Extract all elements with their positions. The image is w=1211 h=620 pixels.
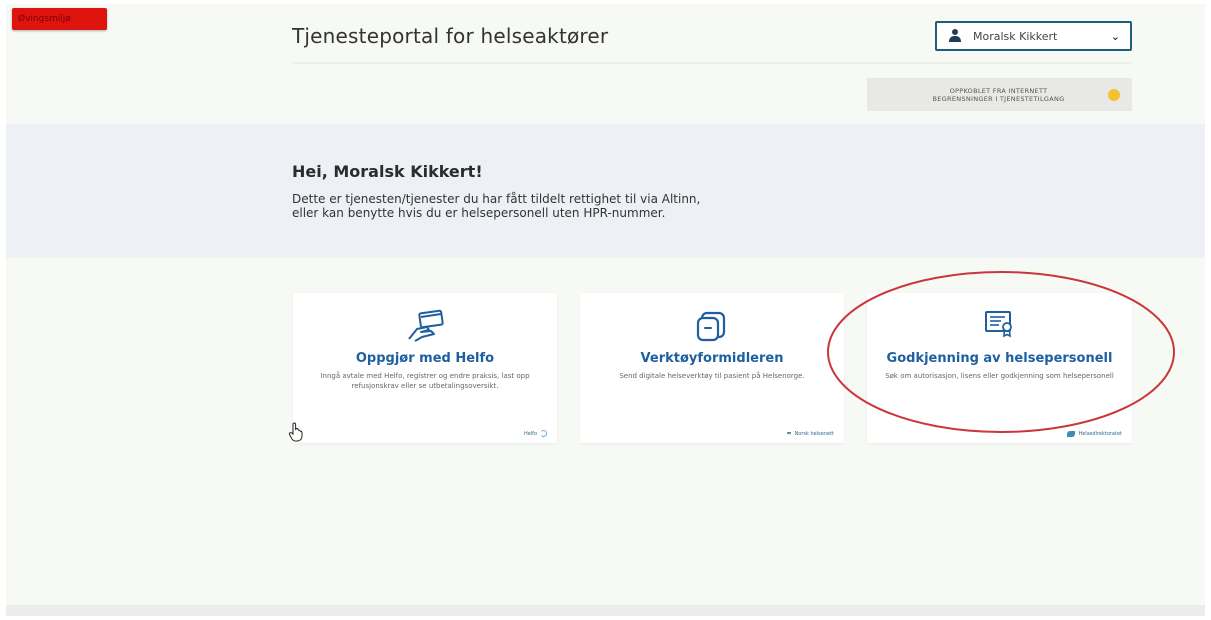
service-card-godkjenning[interactable]: Godkjenning av helsepersonell Søk om aut… <box>867 293 1132 443</box>
welcome-description-line-2: eller kan benytte hvis du er helseperson… <box>292 206 666 220</box>
card-title: Verktøyformidleren <box>640 351 784 366</box>
welcome-banner: Hei, Moralsk Kikkert! Dette er tjenesten… <box>6 124 1205 258</box>
footer <box>6 605 1205 616</box>
card-title: Oppgjør med Helfo <box>355 351 495 366</box>
service-card-helfo[interactable]: Oppgjør med Helfo Inngå avtale med Helfo… <box>293 293 557 443</box>
certificate-icon <box>983 309 1017 343</box>
notice-line-2: BEGRENSNINGER I TJENESTETILGANG <box>932 94 1065 103</box>
card-description: Inngå avtale med Helfo, registrer og end… <box>320 372 530 390</box>
hand-cursor-icon <box>288 422 304 446</box>
logo-text: Norsk helsenett <box>794 430 834 437</box>
environment-badge: Øvingsmiljø <box>12 8 107 30</box>
chat-bubbles-icon <box>694 309 730 349</box>
welcome-description: Dette er tjenesten/tjenester du har fått… <box>292 192 812 220</box>
service-card-verktoyformidleren[interactable]: Verktøyformidleren Send digitale helseve… <box>580 293 844 443</box>
notice-text: OPPKOBLET FRA INTERNETT BEGRENSNINGER I … <box>897 87 1100 103</box>
norsk-helsenett-logo: ≈ Norsk helsenett <box>787 430 834 437</box>
helfo-logo-icon <box>540 430 547 437</box>
connection-notice: OPPKOBLET FRA INTERNETT BEGRENSNINGER I … <box>867 78 1132 111</box>
helsedirektoratet-logo-icon <box>1067 431 1076 437</box>
card-description: Søk om autorisasjon, lisens eller godkje… <box>885 372 1114 380</box>
user-icon <box>949 29 961 43</box>
notice-line-1: OPPKOBLET FRA INTERNETT <box>949 86 1048 95</box>
helfo-logo: Helfo <box>524 430 547 437</box>
user-name: Moralsk Kikkert <box>973 29 1058 43</box>
card-payment-icon <box>405 309 445 347</box>
logo-text: Helfo <box>523 430 537 437</box>
welcome-description-line-1: Dette er tjenesten/tjenester du har fått… <box>292 192 701 206</box>
nhn-logo-icon: ≈ <box>786 430 792 437</box>
card-description: Send digitale helseverktøy til pasient p… <box>619 372 805 380</box>
card-title: Godkjenning av helsepersonell <box>886 351 1113 366</box>
page-title: Tjenesteportal for helseaktører <box>292 24 609 48</box>
helsedirektoratet-logo: Helsedirektoratet <box>1067 431 1122 437</box>
status-dot-icon <box>1108 88 1120 101</box>
logo-text: Helsedirektoratet <box>1078 431 1122 437</box>
header-divider <box>292 62 1132 64</box>
chevron-down-icon: ⌄ <box>1110 29 1120 43</box>
welcome-heading: Hei, Moralsk Kikkert! <box>292 162 483 181</box>
user-menu-dropdown[interactable]: Moralsk Kikkert ⌄ <box>935 21 1132 51</box>
